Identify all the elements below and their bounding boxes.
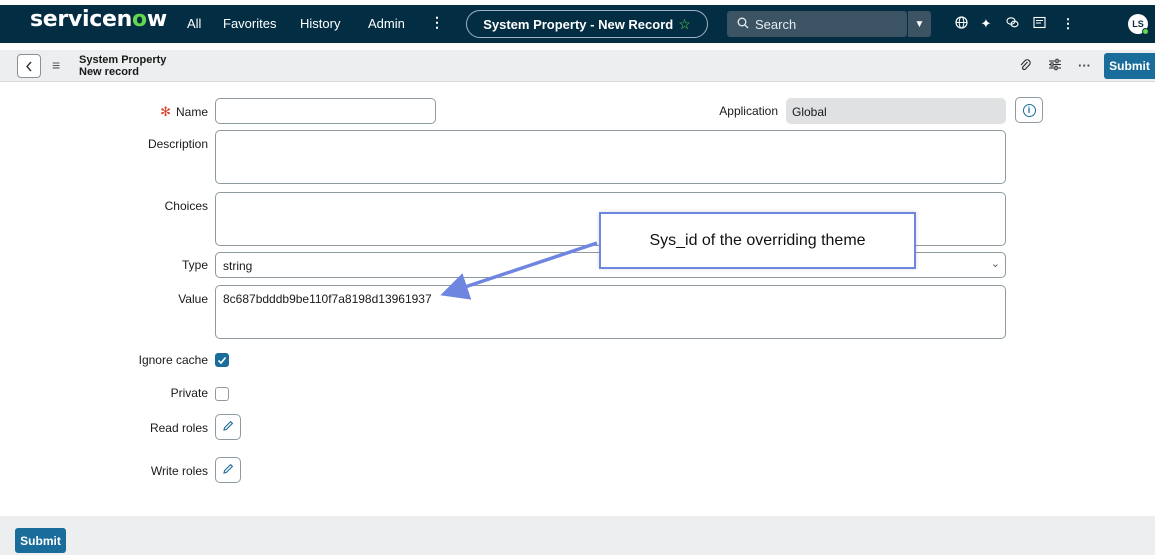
nav-history[interactable]: History	[300, 16, 340, 31]
ignore-cache-label: Ignore cache	[138, 353, 208, 367]
ellipsis-icon[interactable]: ···	[1078, 58, 1091, 73]
info-icon: i	[1022, 103, 1036, 117]
search-placeholder: Search	[755, 16, 797, 32]
name-field[interactable]	[215, 98, 436, 124]
record-subtitle: New record	[79, 66, 139, 78]
private-label: Private	[170, 386, 208, 400]
choices-label: Choices	[164, 199, 208, 213]
nav-all[interactable]: All	[187, 16, 201, 31]
record-title: System Property New record	[79, 54, 166, 78]
nav-favorites[interactable]: Favorites	[223, 16, 276, 31]
required-asterisk-icon: ✻	[160, 104, 171, 119]
description-label: Description	[147, 137, 208, 151]
search-scope-dropdown[interactable]: ▼	[907, 11, 931, 37]
annotation-callout: Sys_id of the overriding theme	[599, 212, 916, 269]
submit-button-top[interactable]: Submit	[1104, 53, 1155, 79]
hamburger-menu-icon[interactable]: ≡	[52, 57, 60, 73]
pencil-icon	[222, 463, 234, 478]
value-field[interactable]: 8c687bdddb9be110f7a8198d13961937	[215, 285, 1006, 339]
servicenow-logo[interactable]: servicenow	[30, 7, 167, 32]
back-button[interactable]	[17, 54, 41, 78]
write-roles-label: Write roles	[150, 464, 208, 478]
ignore-cache-checkbox[interactable]	[215, 353, 229, 367]
globe-icon[interactable]	[953, 16, 969, 32]
favorite-star-icon[interactable]: ☆	[678, 16, 691, 33]
chevron-down-icon: ⌄	[990, 258, 1000, 270]
global-search-input[interactable]: Search	[727, 11, 907, 37]
top-navigation-bar: servicenow All Favorites History Admin ⋮…	[0, 5, 1155, 43]
pencil-icon	[222, 420, 234, 435]
write-roles-edit-button[interactable]	[215, 457, 241, 483]
read-roles-label: Read roles	[149, 421, 208, 435]
read-roles-edit-button[interactable]	[215, 414, 241, 440]
type-selected-value: string	[223, 259, 253, 273]
avatar[interactable]: LS	[1128, 14, 1149, 35]
sparkle-icon[interactable]: ✦	[978, 16, 994, 32]
chat-icon[interactable]	[1004, 16, 1020, 32]
nav-admin[interactable]: Admin	[368, 16, 405, 31]
form-footer: Submit	[0, 516, 1155, 555]
record-header-bar: ≡ System Property New record ··· Submit	[0, 50, 1155, 82]
description-field[interactable]	[215, 130, 1006, 184]
search-icon	[737, 17, 749, 32]
nav-more-icon[interactable]: ⋮	[430, 14, 444, 31]
type-label: Type	[181, 258, 208, 272]
sliders-icon[interactable]	[1048, 58, 1062, 74]
inbox-icon[interactable]	[1031, 16, 1047, 32]
name-label: ✻ Name	[160, 104, 208, 119]
submit-button-bottom[interactable]: Submit	[15, 528, 66, 553]
application-info-button[interactable]: i	[1015, 97, 1043, 123]
record-table-name: System Property	[79, 54, 167, 66]
presence-dot-icon	[1142, 28, 1149, 35]
application-label: Application	[719, 104, 778, 118]
user-menu-more-icon[interactable]: ⋮	[1060, 16, 1076, 32]
private-checkbox[interactable]	[215, 387, 229, 401]
context-title: System Property - New Record	[483, 16, 674, 32]
context-record-pill[interactable]: System Property - New Record ☆	[466, 10, 708, 38]
value-label: Value	[178, 292, 208, 306]
application-field: Global	[786, 98, 1006, 124]
paperclip-icon[interactable]	[1019, 58, 1031, 75]
